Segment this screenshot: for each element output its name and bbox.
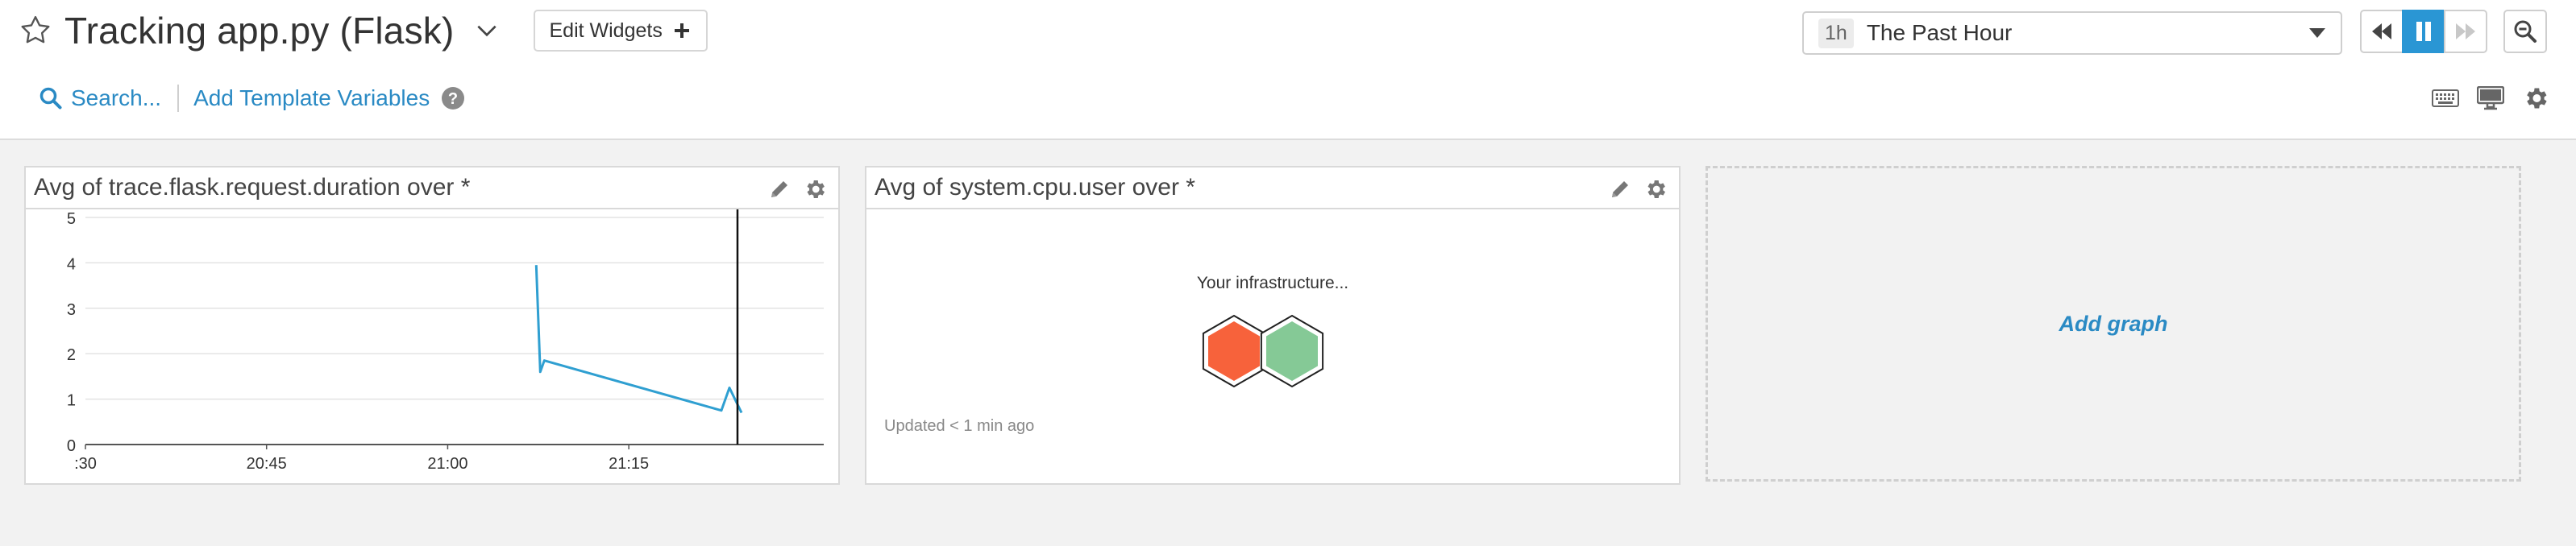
- timeseries-chart[interactable]: 0 1 2 3 4 5 :30 20:45 21:00 21:15: [26, 168, 838, 483]
- zoom-out-icon: [2514, 20, 2537, 43]
- edit-widgets-label: Edit Widgets: [549, 19, 663, 42]
- y-tick-label: 2: [67, 346, 76, 364]
- rewind-icon: [2372, 23, 2391, 39]
- dashboard-tools: [2431, 84, 2550, 113]
- keyboard-icon: [2432, 89, 2459, 107]
- widget-header-divider: [866, 208, 1679, 209]
- hostmap-widget[interactable]: Avg of system.cpu.user over * Your infra…: [865, 166, 1681, 485]
- pause-button[interactable]: [2402, 10, 2445, 53]
- timeframe-label: The Past Hour: [1866, 20, 2013, 45]
- add-template-variables-link[interactable]: Add Template Variables: [193, 85, 430, 111]
- help-icon[interactable]: ?: [441, 86, 465, 110]
- search-link[interactable]: Search...: [71, 85, 161, 111]
- x-tick-label: 20:45: [247, 455, 287, 473]
- tv-mode-button[interactable]: [2476, 84, 2505, 113]
- timeframe-badge: 1h: [1818, 18, 1854, 48]
- y-tick-label: 5: [67, 210, 76, 228]
- hostmap-hexes: [1202, 314, 1324, 388]
- title-row: Tracking app.py (Flask) Edit Widgets: [18, 6, 708, 55]
- playback-controls: [2360, 10, 2487, 53]
- keyboard-shortcuts-button[interactable]: [2431, 84, 2460, 113]
- series-line[interactable]: [534, 265, 743, 414]
- forward-button[interactable]: [2444, 10, 2487, 53]
- x-tick-label: :30: [74, 455, 97, 473]
- add-graph-placeholder[interactable]: Add graph: [1706, 166, 2521, 482]
- edit-widgets-button[interactable]: Edit Widgets: [533, 10, 708, 52]
- widget-title: Avg of system.cpu.user over *: [875, 174, 1195, 201]
- gear-icon[interactable]: [1643, 177, 1668, 201]
- gear-icon: [2527, 88, 2547, 109]
- page-title: Tracking app.py (Flask): [64, 10, 455, 52]
- y-tick-label: 3: [67, 301, 76, 319]
- monitor-icon: [2477, 86, 2504, 110]
- pause-icon: [2416, 22, 2431, 41]
- caret-down-icon: [2309, 28, 2325, 38]
- settings-button[interactable]: [2521, 84, 2550, 113]
- updated-timestamp: Updated < 1 min ago: [884, 417, 1035, 435]
- dashboard-header: Tracking app.py (Flask) Edit Widgets 1h …: [0, 0, 2576, 140]
- x-tick-label: 21:00: [427, 455, 467, 473]
- divider: [177, 85, 180, 112]
- timeseries-widget[interactable]: Avg of trace.flask.request.duration over…: [24, 166, 840, 485]
- chevron-down-icon[interactable]: [474, 18, 500, 43]
- fast-forward-icon: [2456, 23, 2475, 39]
- star-icon[interactable]: [18, 13, 53, 48]
- add-graph-label: Add graph: [2059, 311, 2168, 336]
- x-tick-label: 21:15: [609, 455, 649, 473]
- svg-text:?: ?: [448, 90, 458, 108]
- plus-icon: [674, 23, 689, 38]
- pencil-icon[interactable]: [1608, 177, 1632, 201]
- y-tick-label: 1: [67, 392, 76, 410]
- y-tick-label: 4: [67, 255, 76, 273]
- zoom-out-button[interactable]: [2503, 10, 2547, 53]
- timeframe-selector[interactable]: 1h The Past Hour: [1802, 11, 2342, 55]
- search-icon[interactable]: [39, 86, 63, 110]
- rewind-button[interactable]: [2360, 10, 2404, 53]
- search-row: Search... Add Template Variables ?: [39, 81, 465, 116]
- y-tick-label: 0: [67, 437, 76, 455]
- hostmap-caption: Your infrastructure...: [1196, 274, 1349, 292]
